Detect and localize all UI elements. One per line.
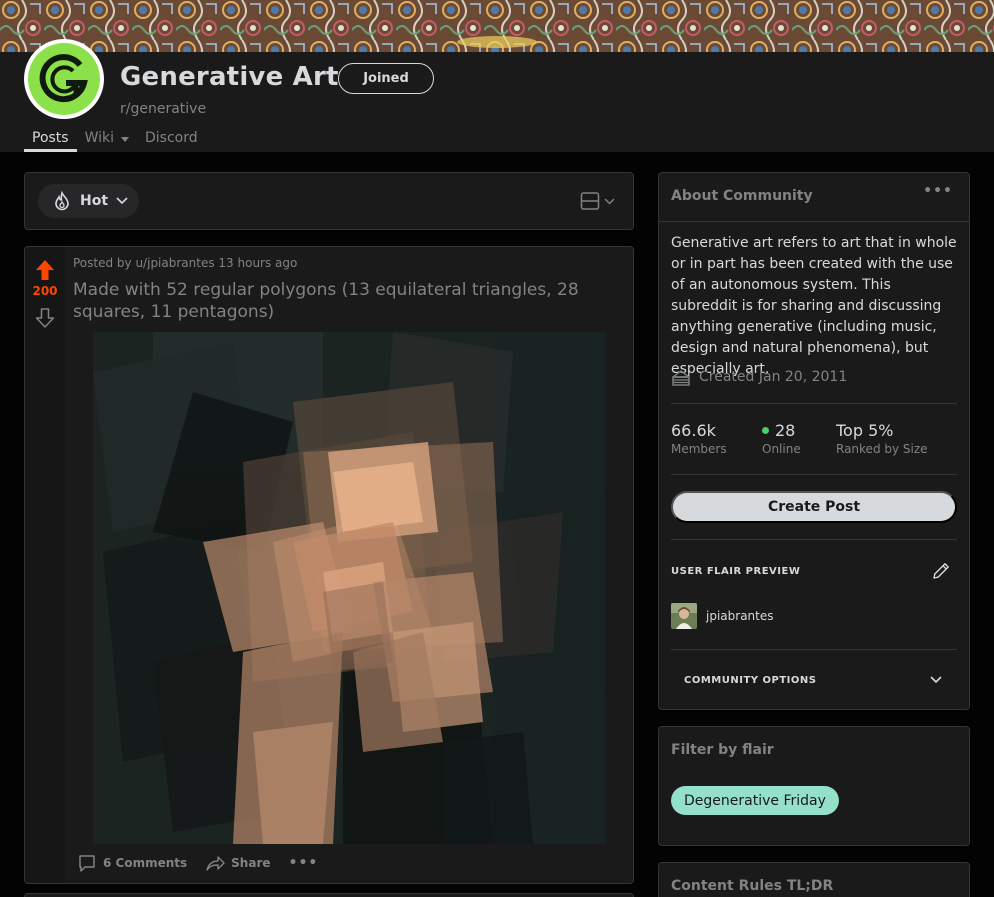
tab-discord-label: Discord [145, 130, 198, 146]
community-name: r/generative [120, 101, 207, 117]
created-date: Created Jan 20, 2011 [671, 368, 847, 386]
stat-members: 66.6k Members [671, 421, 727, 456]
community-title: Generative Art [120, 62, 339, 92]
tab-discord[interactable]: Discord [137, 130, 206, 152]
online-value-row: 28 [762, 421, 801, 440]
sort-hot-label: Hot [80, 193, 109, 209]
rules-heading: Content Rules TL;DR [671, 878, 834, 894]
created-date-label: Created Jan 20, 2011 [699, 369, 848, 385]
community-options-toggle[interactable]: COMMUNITY OPTIONS [684, 675, 816, 686]
flair-tag-degenerative-friday[interactable]: Degenerative Friday [671, 786, 839, 815]
share-icon [206, 856, 225, 871]
upvote-arrow-icon[interactable] [35, 259, 55, 281]
more-options-icon[interactable]: ••• [289, 855, 319, 871]
about-community-card: About Community ••• Generative art refer… [658, 172, 970, 710]
community-description: Generative art refers to art that in who… [671, 235, 957, 377]
divider [671, 474, 957, 475]
sort-bar: Hot [24, 172, 634, 230]
community-header: Generative Art Joined r/generative Posts… [0, 39, 994, 152]
chevron-down-icon [116, 197, 128, 205]
divider [671, 539, 957, 540]
caret-down-icon [121, 137, 130, 142]
filter-heading: Filter by flair [671, 742, 774, 758]
comments-label: 6 Comments [103, 856, 188, 870]
card-layout-icon [580, 192, 600, 210]
username: jpiabrantes [706, 609, 774, 623]
online-label: Online [762, 442, 801, 456]
comment-icon [79, 855, 95, 872]
rank-value: Top 5% [836, 421, 894, 440]
about-heading: About Community [671, 188, 813, 204]
share-button[interactable]: Share [205, 853, 271, 873]
community-avatar[interactable] [24, 39, 104, 119]
members-value: 66.6k [671, 421, 716, 440]
comments-button[interactable]: 6 Comments [77, 853, 187, 873]
tab-posts[interactable]: Posts [24, 130, 77, 152]
create-post-button[interactable]: Create Post [671, 491, 957, 523]
next-post-card[interactable] [24, 893, 634, 897]
members-label: Members [671, 442, 727, 456]
share-label: Share [231, 856, 271, 870]
pencil-icon[interactable] [931, 561, 951, 581]
stat-online: 28 Online [762, 421, 801, 456]
post-image[interactable] [93, 332, 605, 844]
chevron-down-icon[interactable] [929, 675, 943, 685]
rank-label: Ranked by Size [836, 442, 928, 456]
tab-wiki[interactable]: Wiki [77, 130, 137, 152]
flame-icon [55, 191, 69, 211]
about-more-icon[interactable]: ••• [923, 183, 953, 199]
sort-hot-button[interactable]: Hot [38, 184, 139, 218]
divider [671, 649, 957, 650]
generative-logo-icon [28, 43, 100, 115]
filter-by-flair-card: Filter by flair Degenerative Friday [658, 726, 970, 846]
content-rules-card: Content Rules TL;DR [658, 862, 970, 897]
online-dot-icon [762, 427, 769, 434]
post-title[interactable]: Made with 52 regular polygons (13 equila… [73, 279, 613, 323]
tab-posts-label: Posts [32, 130, 69, 146]
user-flair-row: jpiabrantes [671, 603, 774, 629]
tab-wiki-label: Wiki [84, 130, 115, 146]
post-score: 200 [32, 284, 58, 298]
user-avatar [671, 603, 697, 629]
vote-column: 200 [25, 247, 65, 883]
downvote-arrow-icon[interactable] [35, 307, 55, 329]
community-banner [0, 0, 994, 52]
stat-rank: Top 5% Ranked by Size [836, 421, 928, 456]
chevron-down-icon [604, 198, 615, 204]
joined-button[interactable]: Joined [338, 63, 434, 94]
post-actions: 6 Comments Share ••• [77, 852, 318, 874]
cake-icon [672, 370, 690, 386]
post-card[interactable]: 200 Posted by u/jpiabrantes 13 hours ago… [24, 246, 634, 884]
layout-switch-button[interactable] [580, 191, 615, 211]
post-meta[interactable]: Posted by u/jpiabrantes 13 hours ago [73, 256, 297, 270]
online-value: 28 [775, 421, 796, 440]
community-tabs: Posts Wiki Discord [24, 130, 206, 152]
divider [671, 403, 957, 404]
divider [659, 221, 969, 222]
user-flair-preview-heading: USER FLAIR PREVIEW [671, 566, 801, 577]
